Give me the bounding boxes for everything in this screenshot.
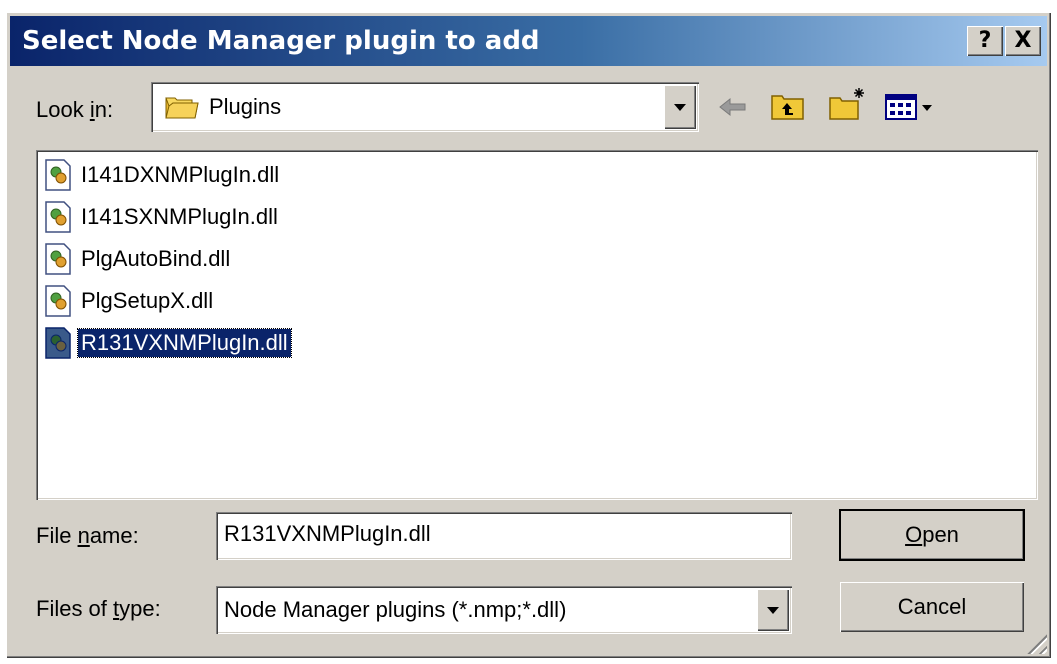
close-button[interactable]: X (1005, 26, 1041, 56)
file-type-label-prefix: Files of (36, 596, 114, 621)
file-type-dropdown-button[interactable] (757, 589, 789, 631)
dll-file-icon (45, 285, 71, 317)
file-list[interactable]: I141DXNMPlugIn.dll I141SXNMPlugIn.dll Pl… (36, 150, 1038, 500)
file-name-label: File name: (36, 523, 139, 549)
file-name-label-prefix: File (36, 523, 78, 548)
dll-file-icon (45, 201, 71, 233)
look-in-label-suffix: n: (94, 97, 114, 122)
cancel-button[interactable]: Cancel (840, 582, 1024, 632)
file-item[interactable]: PlgSetupX.dll (44, 284, 216, 318)
help-button[interactable]: ? (967, 26, 1003, 56)
resize-grip[interactable] (1023, 630, 1047, 654)
look-in-dropdown-button[interactable] (664, 85, 696, 129)
dll-file-icon (45, 327, 71, 359)
open-button-label: pen (922, 522, 959, 547)
file-name-input[interactable]: R131VXNMPlugIn.dll (216, 512, 792, 560)
dll-file-icon (45, 243, 71, 275)
file-type-label-suffix: ype: (119, 596, 161, 621)
look-in-label: Look in: (36, 97, 113, 123)
up-one-level-icon[interactable] (770, 90, 806, 122)
file-name: PlgAutoBind.dll (81, 246, 231, 271)
dialog-title: Select Node Manager plugin to add (22, 26, 540, 56)
file-item[interactable]: PlgAutoBind.dll (44, 242, 233, 276)
new-folder-icon[interactable] (828, 86, 868, 122)
dll-file-icon (45, 159, 71, 191)
file-name: R131VXNMPlugIn.dll (77, 328, 292, 358)
look-in-value: Plugins (209, 94, 282, 119)
file-type-dropdown[interactable]: Node Manager plugins (*.nmp;*.dll) (216, 586, 792, 634)
file-item[interactable]: I141SXNMPlugIn.dll (44, 200, 281, 234)
look-in-dropdown[interactable]: Plugins (151, 82, 699, 132)
file-name: I141DXNMPlugIn.dll (81, 162, 280, 187)
file-name: I141SXNMPlugIn.dll (81, 204, 278, 229)
file-type-value: Node Manager plugins (*.nmp;*.dll) (224, 597, 567, 622)
file-item-selected[interactable]: R131VXNMPlugIn.dll (44, 326, 292, 360)
file-item[interactable]: I141DXNMPlugIn.dll (44, 158, 282, 192)
file-name: PlgSetupX.dll (81, 288, 214, 313)
open-file-dialog: Select Node Manager plugin to add ? X Lo… (6, 12, 1051, 658)
view-menu-icon[interactable] (884, 92, 944, 122)
title-bar[interactable]: Select Node Manager plugin to add ? X (10, 16, 1047, 66)
file-name-label-accel: n (77, 523, 90, 548)
file-name-value: R131VXNMPlugIn.dll (224, 521, 431, 546)
file-type-label: Files of type: (36, 596, 161, 622)
file-name-label-suffix: ame: (89, 523, 139, 548)
look-in-label-prefix: Look (36, 97, 90, 122)
back-arrow-icon[interactable] (718, 96, 748, 118)
folder-icon (165, 97, 199, 119)
open-button-accel: O (905, 522, 923, 547)
open-button[interactable]: Open (839, 509, 1025, 561)
